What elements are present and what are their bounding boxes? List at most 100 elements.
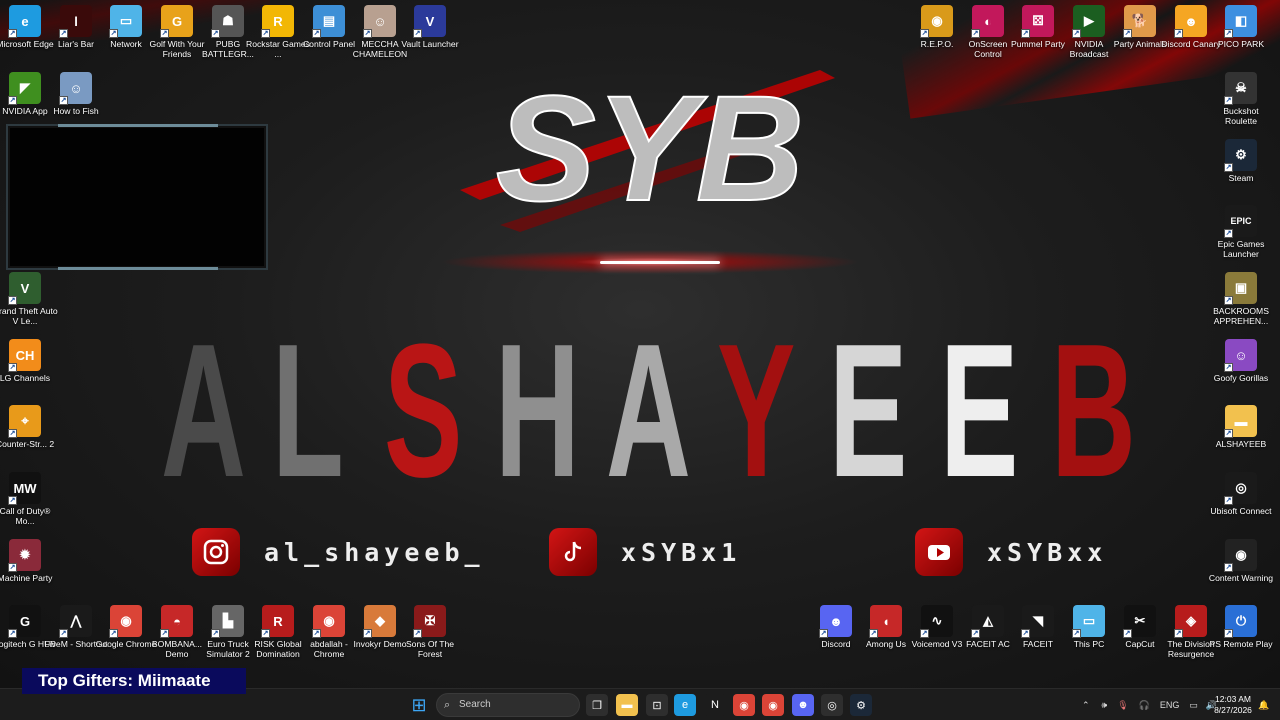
invokyr-icon: ◆ ↗ xyxy=(363,605,396,638)
desktop-shortcut[interactable]: CH ↗ LG Channels xyxy=(0,339,59,383)
brand-letter: S xyxy=(383,305,462,517)
microsoft-store-icon[interactable]: ⊡ xyxy=(646,694,668,716)
desktop-shortcut[interactable]: ✹ ↗ Machine Party xyxy=(0,539,59,583)
vault-icon: V ↗ xyxy=(413,5,446,38)
shortcut-arrow-icon: ↗ xyxy=(920,29,929,38)
file-explorer-icon[interactable]: ▬ xyxy=(616,694,638,716)
syb-logo: SYB . xyxy=(460,63,835,233)
start-icon[interactable]: ⊞ xyxy=(408,694,430,716)
shortcut-arrow-icon: ↗ xyxy=(1224,363,1233,372)
shortcut-arrow-icon: ↗ xyxy=(8,29,17,38)
buckshot-icon: ☠ ↗ xyxy=(1224,72,1257,105)
brand-letter: A xyxy=(160,305,246,517)
shortcut-arrow-icon: ↗ xyxy=(8,429,17,438)
desktop-shortcut[interactable]: MW ↗ Call of Duty® Mo... xyxy=(0,472,59,526)
chrome-profile-icon[interactable]: ◉ xyxy=(762,694,784,716)
desktop-shortcut[interactable]: ◉ ↗ Content Warning xyxy=(1207,539,1275,583)
shortcut-arrow-icon: ↗ xyxy=(1123,629,1132,638)
shortcut-arrow-icon: ↗ xyxy=(413,29,422,38)
sotf-icon: ✠ ↗ xyxy=(413,605,446,638)
search-icon: ⌕ xyxy=(444,699,451,711)
notification-icon[interactable]: 🔔 xyxy=(1258,689,1269,720)
desktop-shortcut[interactable]: EPIC ↗ Epic Games Launcher xyxy=(1207,205,1275,259)
desktop-shortcut[interactable]: ⌖ ↗ Counter-Str... 2 xyxy=(0,405,59,449)
desktop-shortcut[interactable]: V ↗ Vault Launcher xyxy=(396,5,464,49)
youtube-icon xyxy=(915,528,963,576)
shortcut-arrow-icon: ↗ xyxy=(363,629,372,638)
shortcut-arrow-icon: ↗ xyxy=(1224,629,1233,638)
shortcut-arrow-icon: ↗ xyxy=(1021,29,1030,38)
language-indicator[interactable]: ENG xyxy=(1160,700,1180,710)
shortcut-arrow-icon: ↗ xyxy=(1224,29,1233,38)
task-view-icon[interactable]: ❐ xyxy=(586,694,608,716)
shortcut-label: Grand Theft Auto V Le... xyxy=(0,306,58,326)
shortcut-label: Ubisoft Connect xyxy=(1210,506,1272,516)
social-youtube: xSYBxx xyxy=(915,528,1107,576)
taskbar-search[interactable]: ⌕ Search xyxy=(436,693,580,717)
desktop-shortcut[interactable]: ◧ ↗ PICO PARK xyxy=(1207,5,1275,49)
desktop-shortcut[interactable]: ☠ ↗ Buckshot Roulette xyxy=(1207,72,1275,126)
desktop-shortcut[interactable]: ✠ ↗ Sons Of The Forest xyxy=(396,605,464,659)
monitor-icon[interactable]: ▭ xyxy=(1189,700,1198,711)
onscreen-icon: ◐ ↗ xyxy=(971,5,1004,38)
brand-letter: Y xyxy=(717,305,796,517)
shortcut-arrow-icon: ↗ xyxy=(59,96,68,105)
shortcut-arrow-icon: ↗ xyxy=(261,29,270,38)
desktop-shortcut[interactable]: V↗Grand Theft Auto V Le... xyxy=(0,272,59,326)
shortcut-label: Counter-Str... 2 xyxy=(0,439,55,449)
steam-icon[interactable]: ⚙ xyxy=(850,694,872,716)
clock[interactable]: 12:03 AM 8/27/2026 xyxy=(1208,694,1258,716)
logo-text: SYB xyxy=(496,64,804,232)
golf-icon: G ↗ xyxy=(160,5,193,38)
headset-icon[interactable]: 🎧 xyxy=(1139,700,1150,711)
chrome-icon[interactable]: ◉ xyxy=(733,694,755,716)
shortcut-arrow-icon: ↗ xyxy=(312,29,321,38)
desktop-shortcut[interactable]: ◈ ↗ The Division Resurgence xyxy=(1157,605,1225,659)
social-handle: al_shayeeb_ xyxy=(264,537,485,567)
frame-top-accent xyxy=(58,124,218,127)
edge-icon[interactable]: e xyxy=(674,694,696,716)
shortcut-arrow-icon: ↗ xyxy=(869,629,878,638)
shortcut-arrow-icon: ↗ xyxy=(8,629,17,638)
risk-icon: R ↗ xyxy=(261,605,294,638)
shortcut-label: Sons Of The Forest xyxy=(405,639,455,659)
desktop-shortcut[interactable]: ☺ ↗ Goofy Gorillas xyxy=(1207,339,1275,383)
social-instagram: al_shayeeb_ xyxy=(192,528,485,576)
netflix-icon[interactable]: N xyxy=(704,694,726,716)
epic-icon: EPIC ↗ xyxy=(1224,205,1257,238)
repo-icon: ◉ ↗ xyxy=(920,5,953,38)
edge-icon: e ↗ xyxy=(8,5,41,38)
desktop-shortcut[interactable]: ◎ ↗ Ubisoft Connect xyxy=(1207,472,1275,516)
shortcut-arrow-icon: ↗ xyxy=(1224,229,1233,238)
party-animals-icon: 🐕 ↗ xyxy=(1123,5,1156,38)
obs-icon[interactable]: ◎ xyxy=(821,694,843,716)
shortcut-arrow-icon: ↗ xyxy=(160,29,169,38)
shortcut-arrow-icon: ↗ xyxy=(8,296,17,305)
desktop: SYB . ALSHAYEEB al_shayeeb_ xSYBx1 xSYBx… xyxy=(0,0,1280,688)
brand-letter: H xyxy=(494,305,580,517)
microphone-icon[interactable]: 🎙 xyxy=(1117,700,1128,711)
shortcut-arrow-icon: ↗ xyxy=(211,29,220,38)
shortcut-arrow-icon: ↗ xyxy=(1224,296,1233,305)
desktop-shortcut[interactable]: ▣ ↗ BACKROOMS APPREHEN... xyxy=(1207,272,1275,326)
search-placeholder: Search xyxy=(459,699,491,710)
gta-icon: V ↗ xyxy=(8,272,41,305)
desktop-shortcut[interactable]: ▬ ↗ ALSHAYEEB xyxy=(1207,405,1275,449)
shortcut-label: Buckshot Roulette xyxy=(1223,106,1259,126)
speaker-icon[interactable]: 🕪 xyxy=(1102,700,1108,711)
logitech-icon: G ↗ xyxy=(8,605,41,638)
faceit-icon: ◥ ↗ xyxy=(1021,605,1054,638)
desktop-shortcut[interactable]: ⚙ ↗ Steam xyxy=(1207,139,1275,183)
logo-glow-line xyxy=(600,261,720,264)
shortcut-arrow-icon: ↗ xyxy=(971,629,980,638)
shortcut-arrow-icon: ↗ xyxy=(109,629,118,638)
shortcut-arrow-icon: ↗ xyxy=(8,496,17,505)
steam-icon: ⚙ ↗ xyxy=(1224,139,1257,172)
shortcut-arrow-icon: ↗ xyxy=(1224,96,1233,105)
desktop-shortcut[interactable]: ☺ ↗ How to Fish xyxy=(42,72,110,116)
discord-icon[interactable]: ☻ xyxy=(792,694,814,716)
chevron-up-icon[interactable]: ⌃ xyxy=(1082,700,1090,711)
shortcut-arrow-icon: ↗ xyxy=(1224,163,1233,172)
shortcut-arrow-icon: ↗ xyxy=(1021,629,1030,638)
nvidia-broadcast-icon: ▶ ↗ xyxy=(1072,5,1105,38)
